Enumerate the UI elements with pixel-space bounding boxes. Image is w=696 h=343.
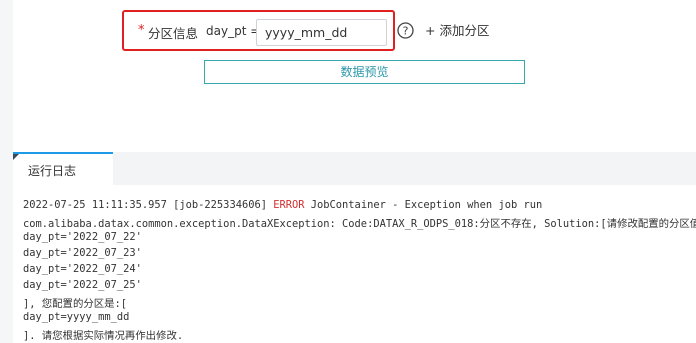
data-preview-button[interactable]: 数据预览 xyxy=(204,60,525,84)
partition-value-input[interactable] xyxy=(256,19,387,46)
log-line: day_pt='2022_07_23' xyxy=(23,247,142,259)
log-line: day_pt='2022_07_22' xyxy=(23,231,142,243)
partition-info-label: 分区信息 xyxy=(148,26,199,41)
log-line: ]. 请您根据实际情况再作出修改. xyxy=(23,330,184,342)
log-line: day_pt='2022_07_24' xyxy=(23,263,142,275)
left-gutter xyxy=(0,0,13,343)
log-line: ], 您配置的分区是:[ xyxy=(23,298,128,310)
tab-run-log[interactable]: 运行日志 xyxy=(13,152,113,185)
log-line: day_pt='2022_07_25' xyxy=(23,279,142,291)
log-tab-bar xyxy=(13,152,696,185)
help-question-icon[interactable]: ? xyxy=(397,22,414,39)
add-partition-button[interactable]: + 添加分区 xyxy=(425,20,489,39)
log-line: 2022-07-25 11:11:35.957 [job-225334606] … xyxy=(23,199,542,211)
log-line: com.alibaba.datax.common.exception.DataX… xyxy=(23,218,696,230)
log-line: day_pt=yyyy_mm_dd xyxy=(23,311,130,323)
log-timestamp-prefix: 2022-07-25 11:11:35.957 [job-225334606] xyxy=(23,199,274,211)
log-message: JobContainer - Exception when job run xyxy=(304,199,543,211)
tab-corner-marker xyxy=(13,154,19,160)
tab-run-log-label: 运行日志 xyxy=(28,164,77,178)
svg-text:?: ? xyxy=(403,25,409,38)
log-error-level: ERROR xyxy=(273,199,305,211)
partition-key-label: day_pt = xyxy=(206,24,261,38)
log-output[interactable]: 2022-07-25 11:11:35.957 [job-225334606] … xyxy=(13,185,696,343)
required-mark: * xyxy=(138,23,145,38)
